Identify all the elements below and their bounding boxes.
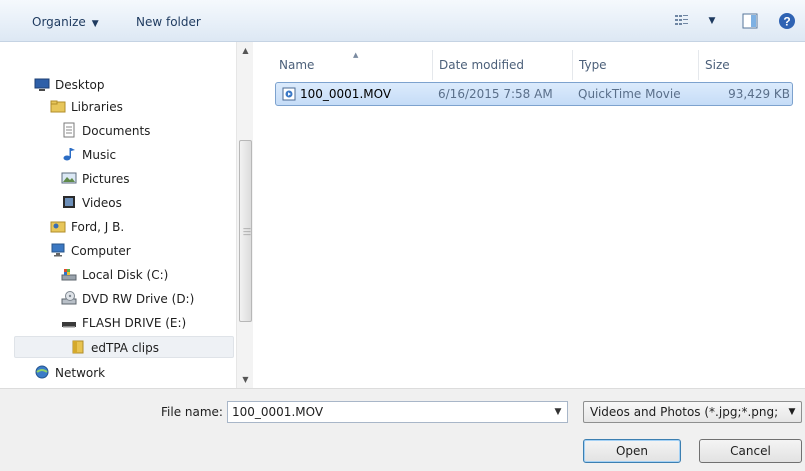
nav-item-videos[interactable]: Videos	[61, 192, 122, 214]
organize-button[interactable]: Organize ▼	[24, 11, 107, 33]
column-header-label: Name	[279, 58, 315, 72]
pictures-icon	[61, 170, 77, 186]
file-type-cell: QuickTime Movie	[578, 87, 681, 101]
file-date-cell: 6/16/2015 7:58 AM	[438, 87, 553, 101]
nav-label: Videos	[82, 196, 122, 210]
scrollbar-thumb[interactable]: — — —	[239, 140, 252, 322]
chevron-down-icon: ▼	[91, 19, 99, 29]
nav-item-local-disk[interactable]: Local Disk (C:)	[61, 264, 168, 286]
navigation-pane: Desktop Libraries Documents Music Pictur…	[0, 42, 256, 388]
nav-label: Local Disk (C:)	[82, 268, 169, 282]
network-icon	[34, 364, 50, 380]
user-folder-icon	[50, 218, 66, 234]
organize-label: Organize	[32, 15, 86, 29]
file-row[interactable]: 100_0001.MOV 6/16/2015 7:58 AM QuickTime…	[275, 82, 793, 106]
nav-item-flash-drive[interactable]: FLASH DRIVE (E:)	[61, 312, 186, 334]
nav-item-pictures[interactable]: Pictures	[61, 168, 130, 190]
new-folder-label: New folder	[136, 15, 201, 29]
file-name-value: 100_0001.MOV	[232, 405, 324, 419]
file-name-input[interactable]: 100_0001.MOV ▼	[227, 401, 568, 423]
new-folder-button[interactable]: New folder	[128, 11, 209, 33]
nav-label: Ford, J B.	[71, 220, 125, 234]
nav-item-user-folder[interactable]: Ford, J B.	[50, 216, 124, 238]
libraries-icon	[50, 98, 66, 114]
command-bar: Organize ▼ New folder ▼ ?	[0, 0, 805, 42]
local-disk-icon	[61, 266, 77, 282]
nav-item-network[interactable]: Network	[34, 362, 105, 384]
music-icon	[61, 146, 77, 162]
file-type-dropdown-icon[interactable]: ▼	[783, 402, 801, 422]
file-name-label: File name:	[161, 405, 223, 419]
file-name-cell: 100_0001.MOV	[282, 83, 391, 105]
nav-label: Libraries	[71, 100, 123, 114]
nav-item-dvd-drive[interactable]: DVD RW Drive (D:)	[61, 288, 194, 310]
nav-label: FLASH DRIVE (E:)	[82, 316, 187, 330]
quicktime-file-icon	[282, 86, 296, 101]
file-name: 100_0001.MOV	[300, 87, 392, 101]
flash-drive-icon	[61, 314, 77, 330]
file-type-select[interactable]: Videos and Photos (*.jpg;*.png; ▼	[583, 401, 802, 423]
computer-icon	[50, 242, 66, 258]
change-view-icon[interactable]	[672, 11, 692, 31]
nav-label: Documents	[82, 124, 151, 138]
open-button[interactable]: Open	[583, 439, 681, 463]
nav-label: edTPA clips	[91, 341, 159, 355]
column-header-size[interactable]: Size	[699, 50, 793, 80]
dialog-footer: File name: 100_0001.MOV ▼ Videos and Pho…	[0, 388, 805, 471]
preview-pane-icon[interactable]	[740, 11, 760, 31]
file-type-value: Videos and Photos (*.jpg;*.png;	[590, 405, 779, 419]
dvd-drive-icon	[61, 290, 77, 306]
file-name-dropdown-icon[interactable]: ▼	[549, 402, 567, 422]
nav-label: Music	[82, 148, 117, 162]
nav-item-edtpa-clips[interactable]: edTPA clips	[14, 336, 234, 358]
file-size-cell: 93,429 KB	[728, 87, 790, 101]
column-header-name[interactable]: ▲ Name	[273, 50, 433, 80]
nav-item-computer[interactable]: Computer	[50, 240, 131, 262]
nav-label: Network	[55, 366, 106, 380]
cancel-button[interactable]: Cancel	[699, 439, 802, 463]
nav-label: Pictures	[82, 172, 130, 186]
nav-item-music[interactable]: Music	[61, 144, 116, 166]
nav-item-documents[interactable]: Documents	[61, 120, 150, 142]
desktop-icon	[34, 76, 50, 92]
svg-text:?: ?	[783, 15, 790, 29]
nav-item-desktop[interactable]: Desktop	[34, 74, 105, 96]
nav-label: DVD RW Drive (D:)	[82, 292, 195, 306]
column-header-date-modified[interactable]: Date modified	[433, 50, 573, 80]
videos-icon	[61, 194, 77, 210]
views-chevron-down-icon[interactable]: ▼	[705, 13, 719, 29]
column-header-label: Type	[579, 58, 607, 72]
folder-icon	[70, 339, 86, 355]
nav-scrollbar[interactable]: ▲ — — — ▼	[236, 42, 253, 388]
nav-item-libraries[interactable]: Libraries	[50, 96, 123, 118]
scroll-up-arrow-icon[interactable]: ▲	[237, 42, 254, 59]
grip-icon: — — —	[243, 224, 251, 239]
column-header-type[interactable]: Type	[573, 50, 699, 80]
column-header-label: Date modified	[439, 58, 525, 72]
nav-label: Desktop	[55, 78, 105, 92]
scroll-down-arrow-icon[interactable]: ▼	[237, 371, 254, 388]
sort-ascending-icon: ▲	[353, 51, 359, 59]
column-header-label: Size	[705, 58, 730, 72]
documents-icon	[61, 122, 77, 138]
nav-label: Computer	[71, 244, 131, 258]
help-icon[interactable]: ?	[777, 11, 797, 31]
